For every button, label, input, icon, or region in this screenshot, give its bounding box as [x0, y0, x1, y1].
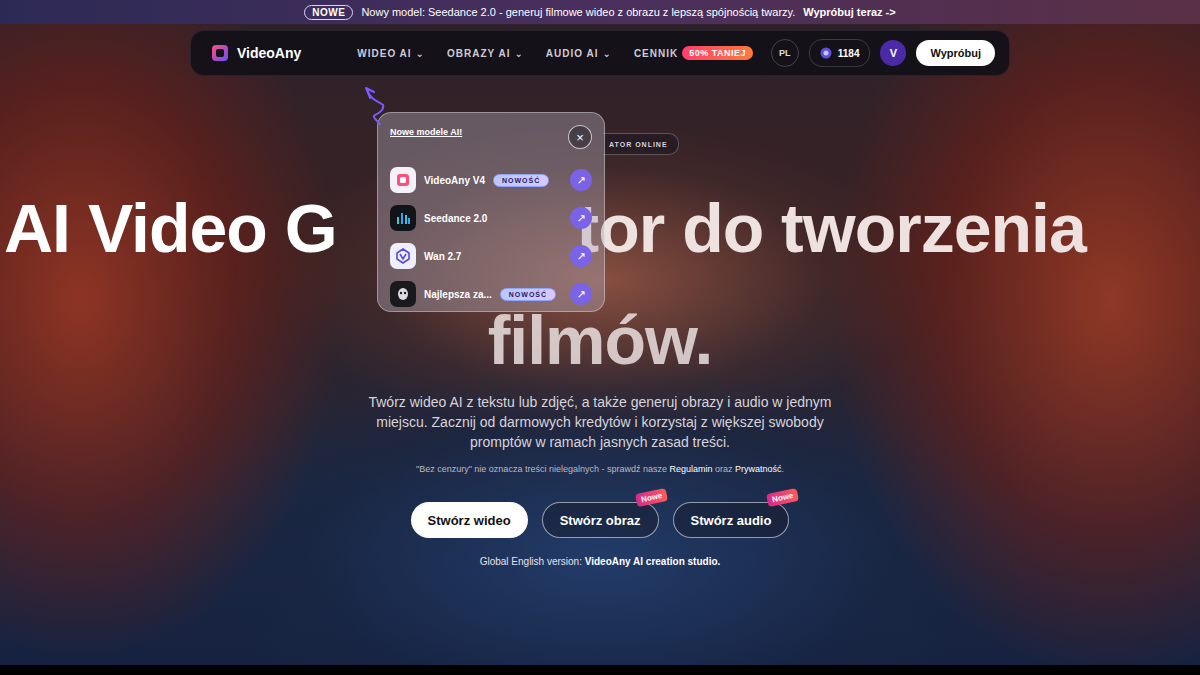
nav-actions: PL 1184 V Wypróbuj: [771, 39, 995, 67]
seedance-icon: [394, 209, 412, 227]
model-name: Najlepsza za...: [424, 289, 492, 300]
create-button[interactable]: Stwórz audioNowe: [673, 502, 790, 538]
new-badge: Nowe: [766, 488, 799, 507]
new-badge: NOWOŚĆ: [493, 174, 549, 187]
model-list: VideoAny V4NOWOŚĆ↗Seedance 2.0↗Wan 2.7↗N…: [390, 165, 592, 309]
caret-icon: ⌄: [602, 48, 611, 59]
global-link[interactable]: VideoAny AI creation studio.: [585, 556, 721, 567]
disclaimer-text: oraz: [712, 464, 735, 474]
sale-badge: 50% TANIEJ: [682, 46, 753, 60]
subtitle: Twórz wideo AI z tekstu lub zdjęć, a tak…: [350, 392, 850, 452]
open-button[interactable]: ↗: [570, 245, 592, 267]
menu-item[interactable]: OBRAZY AI⌄: [447, 48, 524, 59]
popup-title: Nowe modele AI!: [390, 127, 462, 137]
policy-link[interactable]: Regulamin: [669, 464, 712, 474]
language-button[interactable]: PL: [771, 39, 799, 67]
create-button[interactable]: Stwórz wideo: [411, 502, 528, 538]
menu-item[interactable]: AUDIO AI⌄: [546, 48, 612, 59]
model-name: Seedance 2.0: [424, 213, 487, 224]
new-models-popup: Nowe modele AI!×VideoAny V4NOWOŚĆ↗Seedan…: [377, 112, 605, 312]
banner-link[interactable]: Wypróbuj teraz ->: [803, 6, 895, 18]
model-name: Wan 2.7: [424, 251, 461, 262]
disclaimer-text: .: [782, 464, 785, 474]
new-badge: NOWE: [304, 5, 353, 20]
videoany-logo-icon: [211, 44, 229, 62]
headline-line2: filmów.: [488, 300, 713, 380]
curly-arrow-icon: [358, 84, 398, 128]
banner-text: Nowy model: Seedance 2.0 - generuj filmo…: [361, 6, 795, 18]
brand-name: VideoAny: [237, 45, 301, 61]
global-version: Global English version: VideoAny AI crea…: [480, 556, 721, 567]
try-button[interactable]: Wypróbuj: [916, 40, 995, 66]
menu-item[interactable]: WIDEO AI⌄: [357, 48, 425, 59]
model-icon: [394, 285, 412, 303]
navbar: VideoAny WIDEO AI⌄ OBRAZY AI⌄ AUDIO AI⌄ CENN…: [190, 30, 1010, 76]
open-button[interactable]: ↗: [570, 207, 592, 229]
model-item[interactable]: Najlepsza za... NOWOŚĆ ↗: [390, 279, 592, 309]
coin-icon: [820, 47, 832, 59]
hero-buttons: Stwórz wideo Stwórz obrazNowe Stwórz audio…: [411, 502, 790, 538]
credits-counter[interactable]: 1184: [809, 39, 871, 67]
hero-pill: ATOR ONLINE: [603, 133, 679, 155]
caret-icon: ⌄: [416, 48, 425, 59]
main-menu: WIDEO AI⌄ OBRAZY AI⌄ AUDIO AI⌄ CENNIK50% TA…: [357, 46, 753, 60]
videoany-icon: [394, 171, 412, 189]
new-badge: NOWOŚĆ: [500, 288, 556, 301]
open-button[interactable]: ↗: [570, 283, 592, 305]
close-button[interactable]: ×: [568, 125, 592, 149]
announcement-banner: NOWE Nowy model: Seedance 2.0 - generuj f…: [0, 0, 1200, 24]
model-item[interactable]: VideoAny V4 NOWOŚĆ ↗: [390, 165, 592, 195]
model-item[interactable]: Seedance 2.0 ↗: [390, 203, 592, 233]
model-name: VideoAny V4: [424, 175, 485, 186]
bottom-strip: [0, 665, 1200, 675]
model-icon-box: [390, 205, 416, 231]
model-icon-box: [390, 281, 416, 307]
policy-link[interactable]: Prywatność: [735, 464, 782, 474]
new-badge: Nowe: [635, 488, 668, 507]
user-avatar[interactable]: V: [880, 40, 906, 66]
menu-item[interactable]: CENNIK50% TANIEJ: [634, 46, 753, 60]
create-button[interactable]: Stwórz obrazNowe: [542, 502, 659, 538]
model-icon-box: [390, 243, 416, 269]
open-button[interactable]: ↗: [570, 169, 592, 191]
model-icon-box: [390, 167, 416, 193]
caret-icon: ⌄: [514, 48, 523, 59]
model-item[interactable]: Wan 2.7 ↗: [390, 241, 592, 271]
disclaimer-text: "Bez cenzury" nie oznacza treści nielega…: [416, 464, 670, 474]
logo[interactable]: VideoAny: [211, 44, 301, 62]
popup-header: Nowe modele AI! ×: [390, 125, 592, 159]
disclaimer: "Bez cenzury" nie oznacza treści nielega…: [416, 464, 784, 474]
wan-icon: [394, 247, 412, 265]
